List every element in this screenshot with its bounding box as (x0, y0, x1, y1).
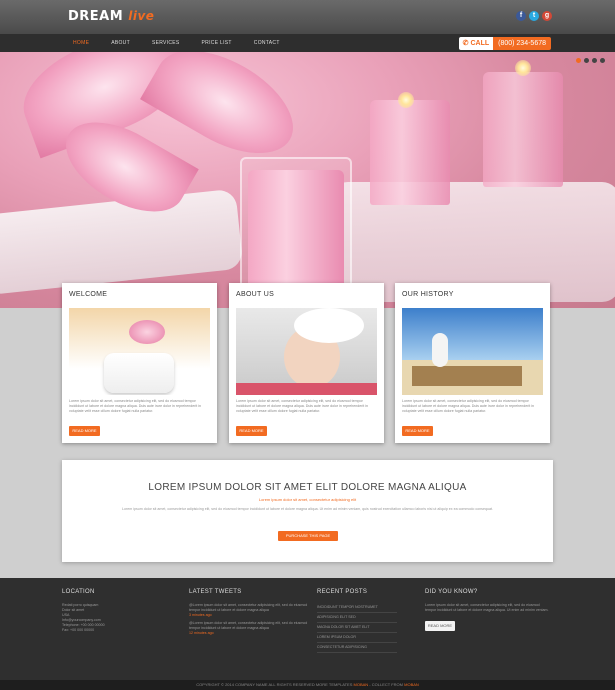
footer-heading: LATEST TWEETS (189, 589, 242, 595)
twitter-icon[interactable]: t (529, 11, 539, 21)
copyright-bar: COPYRIGHT © 2014 COMPANY NAME ALL RIGHTS… (0, 680, 615, 690)
footer-did-you-know: DID YOU KNOW? Lorem ipsum dolor sit amet… (425, 589, 550, 631)
nav-price-list[interactable]: PRICE LIST (191, 40, 243, 46)
call-label: ✆ CALL (458, 37, 494, 50)
footer-heading: LOCATION (62, 589, 95, 595)
history-image (402, 308, 543, 395)
did-you-know-text: Lorem ipsum dolor sit amet, consectetur … (425, 603, 549, 612)
slider-pagination (576, 58, 605, 63)
nav-contact[interactable]: CONTACT (243, 40, 291, 46)
google-plus-icon[interactable]: g (542, 11, 552, 21)
box-text: Lorem ipsum dolor sit amet, consectetur … (69, 399, 202, 413)
candle-flame (398, 92, 414, 108)
recent-post-link[interactable]: MAGNA DOLOR SIT AMET ELIT (317, 623, 397, 633)
tweet-text: @Lorem ipsum dolor sit amet, consectetur… (189, 603, 308, 612)
call-number: (800) 234-5678 (493, 37, 551, 50)
footer-read-more-button[interactable]: READ MORE (425, 621, 455, 631)
nav-about[interactable]: ABOUT (100, 40, 141, 46)
about-box: ABOUT US Lorem ipsum dolor sit amet, con… (229, 283, 384, 443)
recent-post-link[interactable]: CONSECTETUR ADIPISICING (317, 643, 397, 653)
read-more-button[interactable]: READ MORE (402, 426, 433, 436)
copyright-link[interactable]: MOBAN (404, 682, 419, 687)
nav-services[interactable]: SERVICES (141, 40, 191, 46)
slider-dot[interactable] (576, 58, 581, 63)
cta-title: LOREM IPSUM DOLOR SIT AMET ELIT DOLORE M… (148, 482, 467, 493)
candle-image (248, 170, 344, 292)
box-title: ABOUT US (236, 291, 275, 298)
recent-post-link[interactable]: LOREM IPSUM DOLOR (317, 633, 397, 643)
site-footer: LOCATION Redati porro quisquam Dolor sit… (0, 578, 615, 680)
cta-subtitle: Lorem ipsum dolor sit amet, consectetur … (258, 497, 357, 502)
nav-home[interactable]: HOME (62, 40, 100, 46)
slider-dot[interactable] (600, 58, 605, 63)
tweet-time[interactable]: 3 minutes ago (189, 613, 309, 618)
footer-heading: DID YOU KNOW? (425, 589, 478, 595)
purchase-button[interactable]: PURCHASE THIS PAGE (278, 531, 338, 541)
call-to-action: LOREM IPSUM DOLOR SIT AMET ELIT DOLORE M… (62, 460, 553, 562)
call-badge[interactable]: ✆ CALL (800) 234-5678 (458, 37, 551, 50)
slider-dot[interactable] (584, 58, 589, 63)
recent-post-link[interactable]: ADIPISICING ELIT SED (317, 613, 397, 623)
cta-text: Lorem ipsum dolor sit amet, consectetur … (122, 507, 493, 511)
box-title: OUR HISTORY (402, 291, 454, 298)
box-text: Lorem ipsum dolor sit amet, consectetur … (402, 399, 535, 413)
welcome-image (69, 308, 210, 395)
box-text: Lorem ipsum dolor sit amet, consectetur … (236, 399, 369, 413)
phone-icon: ✆ (462, 40, 469, 47)
candle-image (483, 72, 563, 187)
copyright-link[interactable]: MOBAN (354, 682, 369, 687)
footer-recent-posts: RECENT POSTS INCIDIDUNT TEMPOR NOSTRUMET… (317, 589, 397, 653)
footer-location: LOCATION Redati porro quisquam Dolor sit… (62, 589, 172, 633)
history-box: OUR HISTORY Lorem ipsum dolor sit amet, … (395, 283, 550, 443)
recent-post-link[interactable]: INCIDIDUNT TEMPOR NOSTRUMET (317, 603, 397, 613)
facebook-icon[interactable]: f (516, 11, 526, 21)
read-more-button[interactable]: READ MORE (236, 426, 267, 436)
social-links: f t g (516, 11, 552, 21)
hero-slider[interactable] (0, 52, 615, 308)
slider-dot[interactable] (592, 58, 597, 63)
logo-accent: live (128, 9, 155, 23)
fax: Fax: +00 000 00000 (62, 628, 95, 632)
site-header: DREAM live f t g (0, 0, 615, 34)
about-image (236, 308, 377, 395)
box-title: WELCOME (69, 291, 108, 298)
welcome-box: WELCOME Lorem ipsum dolor sit amet, cons… (62, 283, 217, 443)
logo[interactable]: DREAM live (68, 9, 154, 24)
read-more-button[interactable]: READ MORE (69, 426, 100, 436)
candle-flame (515, 60, 531, 76)
footer-heading: RECENT POSTS (317, 589, 368, 595)
footer-tweets: LATEST TWEETS @Lorem ipsum dolor sit ame… (189, 589, 309, 636)
candle-image (370, 100, 450, 205)
tweet-text: @Lorem ipsum dolor sit amet, consectetur… (189, 621, 308, 630)
tweet-time[interactable]: 12 minutes ago (189, 631, 309, 636)
